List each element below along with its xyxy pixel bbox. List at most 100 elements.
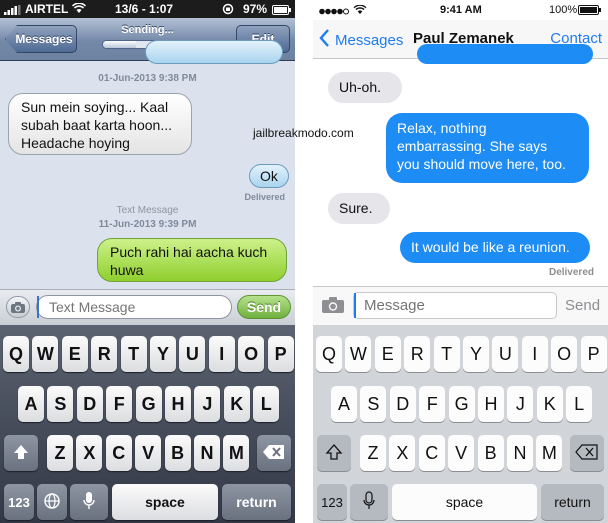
key-e[interactable]: E — [61, 336, 88, 372]
message-field[interactable] — [353, 292, 557, 319]
key-a[interactable]: A — [331, 386, 357, 422]
key-x[interactable]: X — [76, 435, 103, 471]
incoming-message-bubble: Uh-oh. — [328, 72, 402, 103]
mic-key[interactable] — [70, 484, 108, 520]
key-v[interactable]: V — [448, 435, 475, 471]
key-q[interactable]: Q — [316, 336, 342, 372]
delivered-status: Delivered — [548, 267, 594, 278]
return-key[interactable]: return — [222, 484, 291, 520]
signal-bars-icon — [4, 4, 24, 18]
incoming-message-bubble: Sun mein soying... Kaal subah baat karta… — [8, 93, 192, 155]
camera-icon[interactable] — [6, 296, 30, 318]
key-j[interactable]: J — [194, 386, 221, 422]
delete-icon — [575, 443, 599, 463]
message-line: Puch rahi hai aacha kuch — [110, 244, 268, 260]
key-p[interactable]: P — [580, 336, 607, 372]
key-b[interactable]: B — [477, 435, 504, 471]
key-d[interactable]: D — [389, 386, 416, 422]
keyboard: Q W E R T Y U I O P A S D F G H J K L Z X C V B N M 123 space return — [313, 325, 608, 523]
send-button[interactable]: Send — [237, 295, 291, 319]
key-a[interactable]: A — [18, 386, 44, 422]
key-g[interactable]: G — [448, 386, 475, 422]
key-j[interactable]: J — [507, 386, 534, 422]
battery-percent: 100% — [549, 4, 578, 16]
key-t[interactable]: T — [433, 336, 460, 372]
key-x[interactable]: X — [389, 435, 416, 471]
key-w[interactable]: W — [32, 336, 59, 372]
space-key[interactable]: space — [112, 484, 218, 520]
key-t[interactable]: T — [120, 336, 147, 372]
key-r[interactable]: R — [91, 336, 118, 372]
key-y[interactable]: Y — [150, 336, 176, 372]
mic-key[interactable] — [350, 484, 388, 520]
key-k[interactable]: K — [536, 386, 563, 422]
camera-icon[interactable] — [321, 296, 345, 319]
message-input[interactable] — [354, 293, 556, 318]
key-g[interactable]: G — [135, 386, 162, 422]
space-key[interactable]: space — [392, 484, 537, 520]
key-l[interactable]: L — [253, 386, 280, 422]
delete-key[interactable] — [570, 435, 604, 471]
message-line: huwa — [110, 262, 144, 278]
key-i[interactable]: I — [208, 336, 235, 372]
message-line: Sun mein soying... Kaal — [21, 99, 169, 115]
key-q[interactable]: Q — [3, 336, 29, 372]
message-line: subah baat karta hoon... — [21, 117, 172, 133]
key-f[interactable]: F — [106, 386, 133, 422]
watermark-text: jailbreakmodo.com — [253, 126, 354, 140]
back-button[interactable]: Messages — [319, 29, 403, 51]
status-bar: 9:41 AM 100% — [313, 0, 608, 20]
message-input[interactable] — [37, 296, 231, 318]
globe-key[interactable] — [37, 484, 67, 520]
key-h[interactable]: H — [165, 386, 191, 422]
key-l[interactable]: L — [566, 386, 593, 422]
back-chevron-icon — [319, 29, 330, 51]
key-e[interactable]: E — [374, 336, 401, 372]
key-r[interactable]: R — [404, 336, 431, 372]
key-p[interactable]: P — [267, 336, 294, 372]
status-time: 13/6 - 1:07 — [115, 2, 174, 16]
key-c[interactable]: C — [105, 435, 132, 471]
key-c[interactable]: C — [418, 435, 445, 471]
message-input-bar: Send — [313, 286, 608, 325]
key-i[interactable]: I — [521, 336, 548, 372]
key-v[interactable]: V — [135, 435, 162, 471]
key-o[interactable]: O — [551, 336, 578, 372]
ios7-messages-screen: 9:41 AM 100% Messages Paul Zemanek Conta… — [313, 0, 608, 523]
shift-key[interactable] — [4, 435, 38, 471]
shift-key[interactable] — [317, 435, 351, 471]
numbers-key[interactable]: 123 — [317, 484, 347, 520]
key-y[interactable]: Y — [463, 336, 489, 372]
key-h[interactable]: H — [478, 386, 504, 422]
key-b[interactable]: B — [164, 435, 191, 471]
key-d[interactable]: D — [76, 386, 103, 422]
wifi-icon — [353, 4, 367, 18]
key-k[interactable]: K — [223, 386, 250, 422]
key-n[interactable]: N — [507, 435, 533, 471]
key-w[interactable]: W — [345, 336, 372, 372]
message-line: Relax, nothing — [397, 120, 487, 136]
return-key[interactable]: return — [541, 484, 604, 520]
key-z[interactable]: Z — [47, 435, 73, 471]
key-m[interactable]: M — [536, 435, 563, 471]
key-u[interactable]: U — [179, 336, 206, 372]
key-m[interactable]: M — [223, 435, 250, 471]
key-s[interactable]: S — [360, 386, 387, 422]
text-message-field[interactable] — [36, 295, 232, 319]
back-label: Messages — [335, 31, 404, 49]
key-o[interactable]: O — [238, 336, 265, 372]
delete-key[interactable] — [257, 435, 291, 471]
message-line: you should move here, too. — [397, 156, 566, 172]
key-n[interactable]: N — [194, 435, 220, 471]
status-bar: AIRTEL 13/6 - 1:07 97% — [0, 0, 295, 18]
shift-icon — [12, 443, 30, 464]
numbers-key[interactable]: 123 — [4, 484, 34, 520]
outgoing-message-bubble: It would be like a reunion. — [400, 232, 590, 263]
send-button[interactable]: Send — [565, 297, 600, 314]
message-bubble-partial — [417, 44, 593, 64]
key-z[interactable]: Z — [360, 435, 386, 471]
battery-icon — [578, 5, 602, 18]
key-u[interactable]: U — [492, 336, 519, 372]
key-f[interactable]: F — [419, 386, 446, 422]
key-s[interactable]: S — [47, 386, 74, 422]
